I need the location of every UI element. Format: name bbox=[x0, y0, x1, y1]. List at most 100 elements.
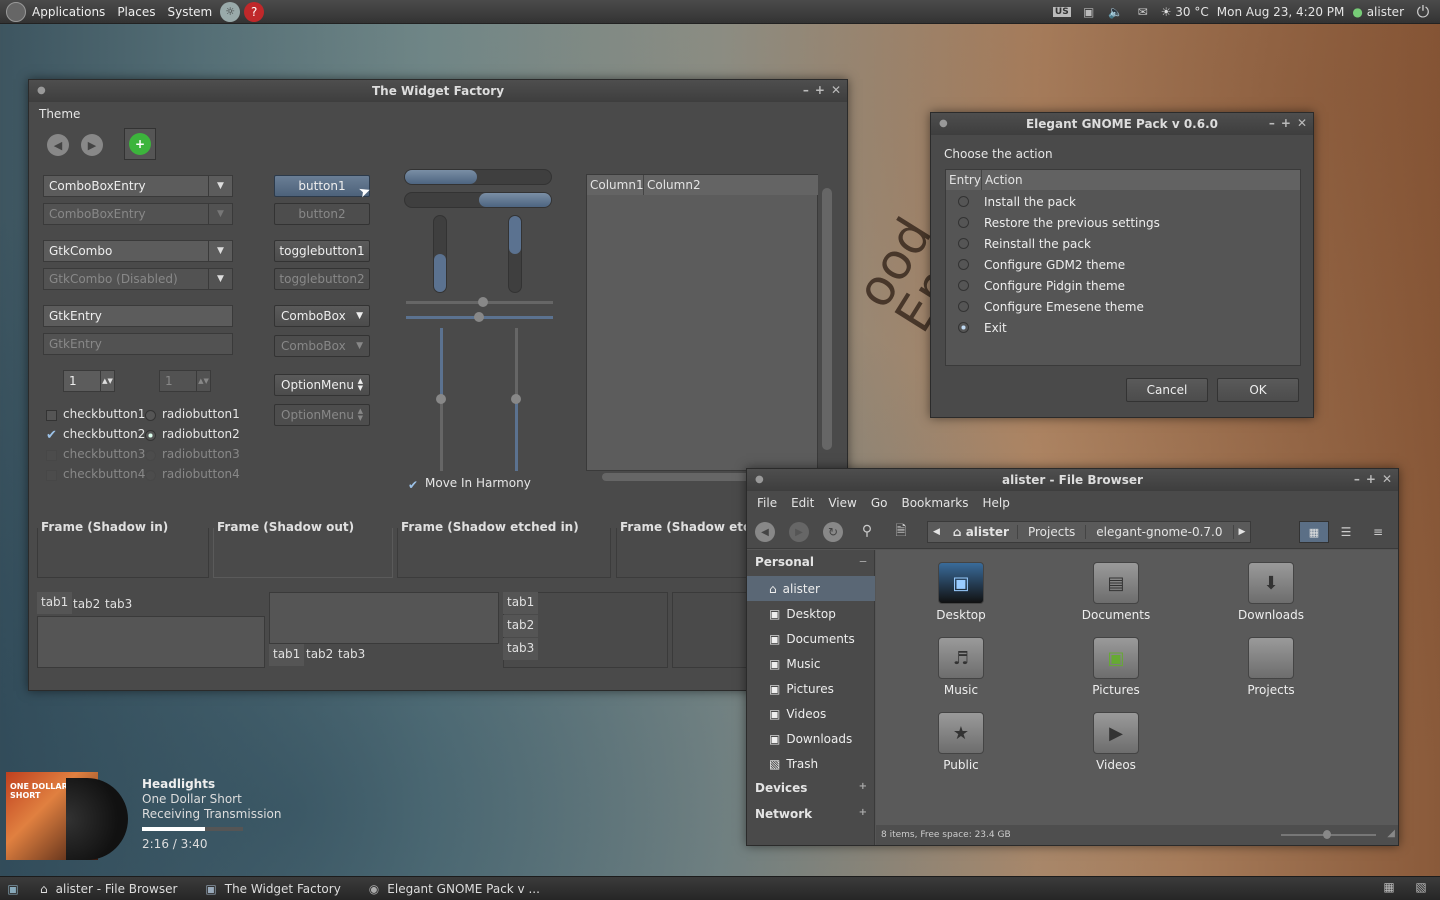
tab-3-left[interactable]: tab3 bbox=[503, 638, 539, 660]
sidebar-item-documents[interactable]: ▣ Documents bbox=[747, 626, 875, 651]
file-item-music[interactable]: ♬ Music bbox=[896, 637, 1026, 697]
close-icon[interactable]: ✕ bbox=[831, 83, 841, 97]
back-icon[interactable]: ◀ bbox=[755, 522, 775, 542]
slider-knob[interactable] bbox=[436, 394, 446, 404]
compact-view-icon[interactable]: ≡ bbox=[1363, 521, 1393, 543]
tab-2-top[interactable]: tab2 bbox=[69, 594, 104, 616]
gtkcombo-1[interactable]: GtkCombo ▼ bbox=[43, 240, 233, 262]
sidebar-heading-network[interactable]: Network + bbox=[755, 807, 867, 821]
slider-knob[interactable] bbox=[511, 394, 521, 404]
column-header-2[interactable]: Column2 bbox=[644, 175, 818, 195]
hscale-2[interactable] bbox=[406, 312, 553, 322]
sidebar-item-alister[interactable]: ⌂ alister bbox=[747, 576, 875, 601]
list-view-icon[interactable]: ☰ bbox=[1331, 521, 1361, 543]
sidebar-item-desktop[interactable]: ▣ Desktop bbox=[747, 601, 875, 626]
sidebar-item-videos[interactable]: ▣ Videos bbox=[747, 701, 875, 726]
breadcrumb-left-icon[interactable]: ◀ bbox=[928, 527, 945, 537]
minimize-icon[interactable]: – bbox=[1354, 472, 1360, 486]
maximize-icon[interactable]: + bbox=[1281, 116, 1291, 130]
action-row[interactable]: Configure Emesene theme bbox=[946, 296, 1300, 317]
resize-grip-icon[interactable]: ◢ bbox=[1387, 828, 1395, 839]
file-item-projects[interactable]: Projects bbox=[1206, 637, 1336, 697]
sidebar-heading-personal[interactable]: Personal ⚊ bbox=[755, 555, 867, 569]
sidebar-item-trash[interactable]: ▧ Trash bbox=[747, 751, 875, 776]
optionmenu-1[interactable]: OptionMenu ▲ ▼ bbox=[274, 374, 370, 396]
chevron-down-icon[interactable]: ▼ bbox=[208, 176, 232, 196]
show-desktop-icon[interactable]: ▣ bbox=[0, 882, 26, 896]
file-item-documents[interactable]: ▤ Documents bbox=[1051, 562, 1181, 622]
radio-indicator-selected[interactable] bbox=[958, 322, 969, 333]
close-icon[interactable]: ✕ bbox=[1382, 472, 1392, 486]
action-row[interactable]: Exit bbox=[946, 317, 1300, 338]
action-row[interactable]: Install the pack bbox=[946, 191, 1300, 212]
action-row[interactable]: Configure Pidgin theme bbox=[946, 275, 1300, 296]
togglebutton1[interactable]: togglebutton1 bbox=[274, 240, 370, 262]
weather-indicator[interactable]: ☀ 30 °C bbox=[1161, 5, 1209, 19]
column-header-entry[interactable]: Entry bbox=[946, 170, 982, 190]
close-icon[interactable]: ✕ bbox=[1297, 116, 1307, 130]
treeview[interactable]: Column1 Column2 bbox=[586, 174, 818, 471]
tab-1-bottom[interactable]: tab1 bbox=[269, 644, 305, 666]
menu-file[interactable]: File bbox=[751, 496, 783, 510]
power-icon[interactable]: ⏻ bbox=[1412, 2, 1434, 22]
tab-2-left[interactable]: tab2 bbox=[503, 615, 539, 637]
radio-indicator[interactable] bbox=[958, 238, 969, 249]
widget-factory-titlebar[interactable]: ● The Widget Factory – + ✕ bbox=[29, 80, 847, 102]
collapse-icon[interactable]: ⚊ bbox=[859, 555, 867, 569]
network-icon[interactable]: ▣ bbox=[1079, 5, 1099, 19]
back-icon[interactable]: ◀ bbox=[47, 134, 69, 156]
sidebar-item-pictures[interactable]: ▣ Pictures bbox=[747, 676, 875, 701]
task-file-browser[interactable]: ⌂ alister - File Browser bbox=[26, 877, 191, 900]
ok-button[interactable]: OK bbox=[1217, 378, 1299, 402]
help-launcher-icon[interactable]: ? bbox=[244, 1, 265, 22]
workspace-switcher-icon[interactable]: ▦ bbox=[1380, 880, 1398, 894]
reload-icon[interactable]: ↻ bbox=[823, 522, 843, 542]
file-item-downloads[interactable]: ⬇ Downloads bbox=[1206, 562, 1336, 622]
ubuntu-logo-icon[interactable] bbox=[6, 1, 26, 22]
sidebar-item-downloads[interactable]: ▣ Downloads bbox=[747, 726, 875, 751]
action-row[interactable]: Restore the previous settings bbox=[946, 212, 1300, 233]
radiobutton-2[interactable] bbox=[145, 430, 156, 441]
maximize-icon[interactable]: + bbox=[815, 83, 825, 97]
harmony-checkbox[interactable]: ✔ bbox=[408, 478, 418, 492]
tab-1-left[interactable]: tab1 bbox=[503, 592, 539, 614]
radio-indicator[interactable] bbox=[958, 196, 969, 207]
breadcrumb-right-icon[interactable]: ▶ bbox=[1234, 527, 1251, 537]
menu-system[interactable]: System bbox=[161, 5, 218, 19]
egp-titlebar[interactable]: ● Elegant GNOME Pack v 0.6.0 – + ✕ bbox=[931, 113, 1313, 135]
vscale-2[interactable] bbox=[511, 328, 521, 471]
menu-places[interactable]: Places bbox=[111, 5, 161, 19]
breadcrumb-projects[interactable]: Projects bbox=[1018, 525, 1087, 539]
tab-3-top[interactable]: tab3 bbox=[101, 594, 136, 616]
track-progress[interactable] bbox=[142, 827, 243, 831]
column-header-1[interactable]: Column1 bbox=[587, 175, 644, 195]
task-elegant-gnome-pack[interactable]: ◉ Elegant GNOME Pack v ... bbox=[355, 877, 554, 900]
slider-knob[interactable] bbox=[474, 312, 484, 322]
checkbutton-2[interactable]: ✔ bbox=[46, 429, 57, 442]
expand-icon[interactable]: + bbox=[859, 807, 867, 821]
icon-view-icon[interactable]: ▦ bbox=[1299, 521, 1329, 543]
cancel-button[interactable]: Cancel bbox=[1126, 378, 1208, 402]
vertical-scrollbar[interactable] bbox=[822, 174, 832, 464]
menu-view[interactable]: View bbox=[822, 496, 862, 510]
spin-arrows-icon[interactable]: ▲▼ bbox=[100, 371, 114, 391]
egp-action-list[interactable]: Entry Action Install the pack Restore th… bbox=[945, 169, 1301, 366]
tab-2-bottom[interactable]: tab2 bbox=[302, 644, 337, 666]
tab-3-bottom[interactable]: tab3 bbox=[334, 644, 369, 666]
file-item-desktop[interactable]: ▣ Desktop bbox=[896, 562, 1026, 622]
menu-go[interactable]: Go bbox=[865, 496, 894, 510]
search-icon[interactable]: ⚲ bbox=[857, 521, 877, 541]
radiobutton-1[interactable] bbox=[145, 410, 156, 421]
chevron-down-icon[interactable]: ▼ bbox=[208, 241, 232, 261]
comboboxentry-1[interactable]: ComboBoxEntry ▼ bbox=[43, 175, 233, 197]
hscale-1[interactable] bbox=[406, 297, 553, 307]
combobox-1[interactable]: ComboBox ▼ bbox=[274, 305, 370, 327]
tab-1-top[interactable]: tab1 bbox=[37, 592, 73, 614]
radio-indicator[interactable] bbox=[958, 217, 969, 228]
spinbutton-1[interactable]: 1 ▲▼ bbox=[63, 370, 115, 392]
maximize-icon[interactable]: + bbox=[1366, 472, 1376, 486]
minimize-icon[interactable]: – bbox=[1269, 116, 1275, 130]
minimize-icon[interactable]: – bbox=[803, 83, 809, 97]
menu-theme[interactable]: Theme bbox=[39, 107, 80, 121]
menu-help[interactable]: Help bbox=[977, 496, 1016, 510]
